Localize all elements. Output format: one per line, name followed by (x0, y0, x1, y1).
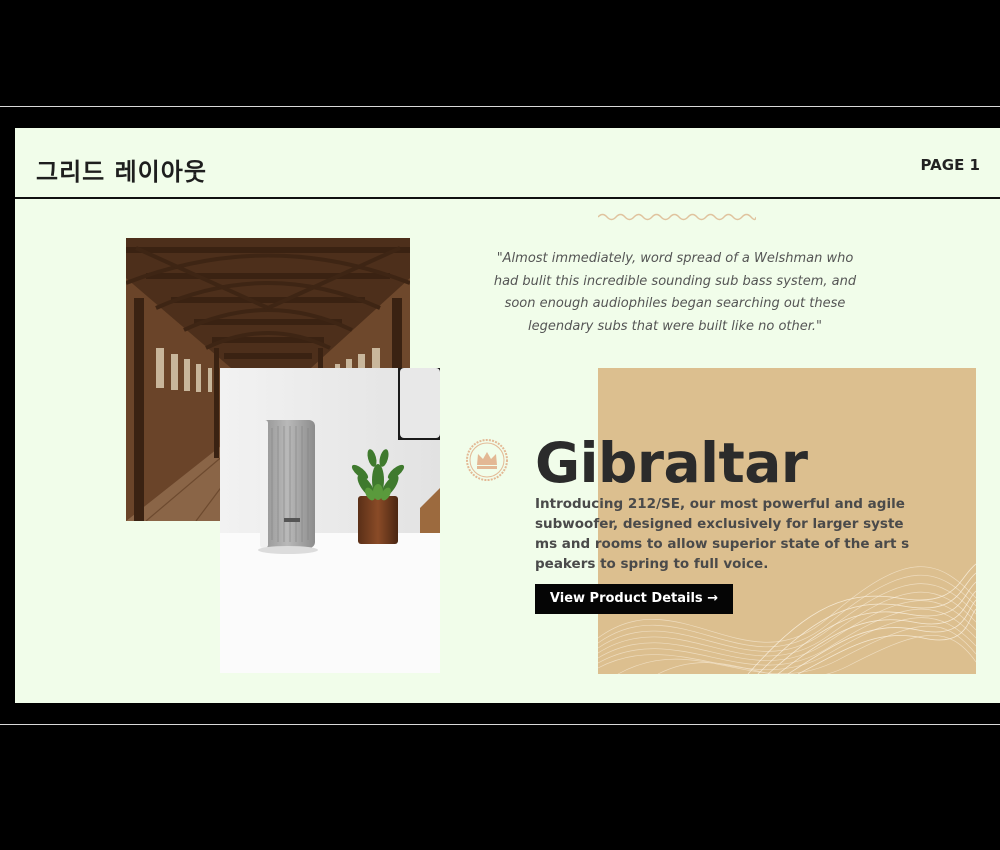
crown-icon (466, 439, 508, 481)
page-number-label: PAGE 1 (920, 156, 980, 174)
view-product-details-button[interactable]: View Product Details → (535, 584, 733, 614)
product-name-heading: Gibraltar (535, 431, 808, 495)
slide-canvas: 그리드 레이아웃 PAGE 1 "Almost immediately, wor… (15, 128, 1000, 703)
bottom-divider-line (0, 724, 1000, 725)
slide-header: 그리드 레이아웃 PAGE 1 (15, 128, 1000, 199)
wave-divider-icon (598, 213, 756, 221)
slide-title: 그리드 레이아웃 (36, 158, 207, 186)
speaker-product-photo (220, 368, 440, 673)
testimonial-quote: "Almost immediately, word spread of a We… (493, 251, 857, 334)
product-description: Introducing 212/SE, our most powerful an… (535, 496, 910, 572)
top-divider-line (0, 106, 1000, 107)
